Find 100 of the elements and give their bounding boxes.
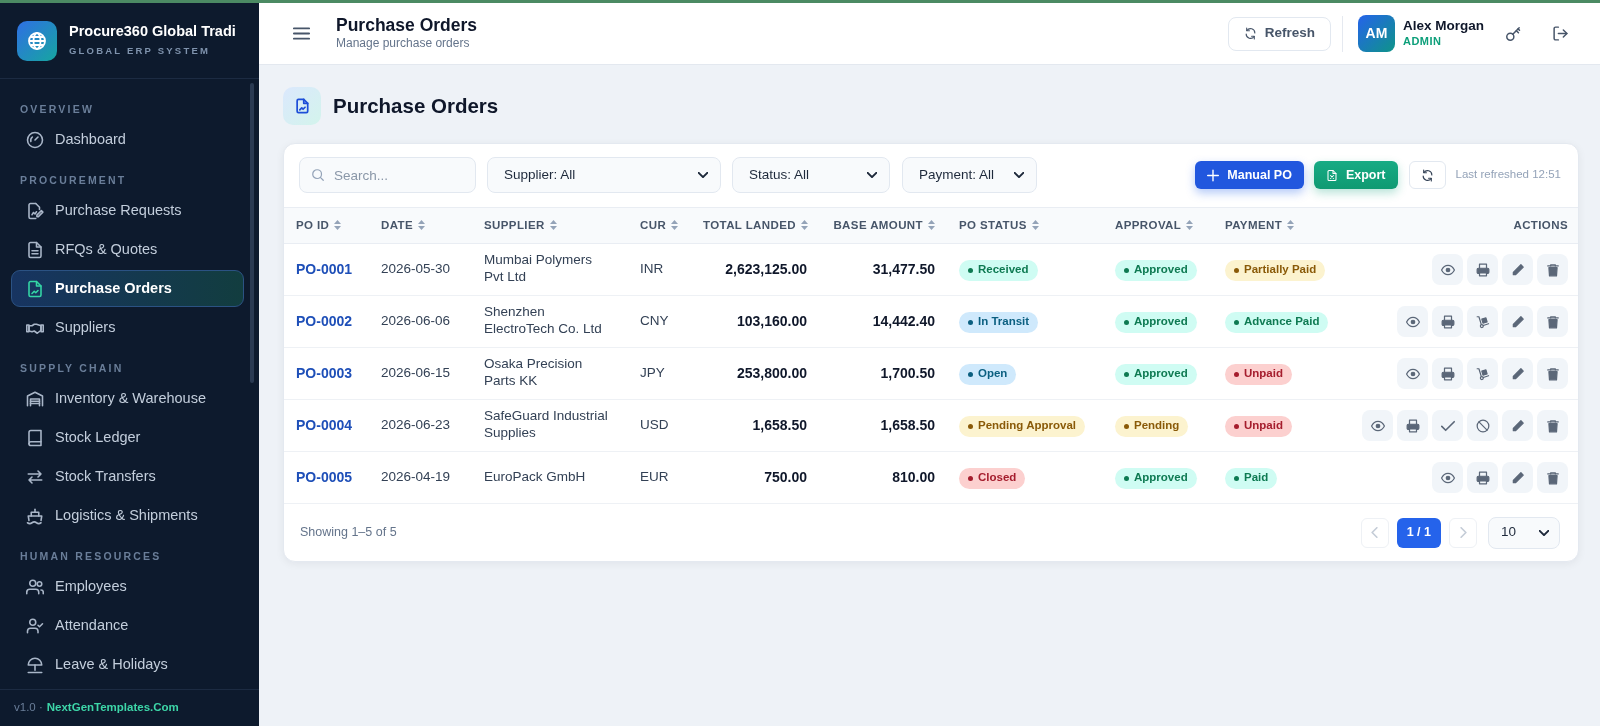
chevron-down-icon (867, 172, 877, 178)
refresh-button[interactable] (1408, 161, 1446, 189)
nav-item[interactable]: Logistics & Shipments (11, 497, 244, 534)
delete-button[interactable] (1537, 306, 1568, 337)
nav-item[interactable]: Purchase Orders (11, 270, 244, 307)
column-header[interactable]: TOTAL LANDED (703, 218, 796, 231)
print-button[interactable] (1467, 462, 1498, 493)
print-button[interactable] (1432, 306, 1463, 337)
date-text: 2026-06-23 (381, 417, 451, 433)
nav-item[interactable]: RFQs & Quotes (11, 231, 244, 268)
date-text: 2026-05-30 (381, 261, 451, 277)
ship-icon (26, 506, 44, 525)
status-text: Received (978, 262, 1029, 278)
supplier-name: SafeGuard Industrial Supplies (484, 408, 609, 442)
search-field[interactable]: Search... (299, 157, 476, 193)
column-header[interactable]: APPROVAL (1115, 218, 1182, 231)
footer-link[interactable]: NextGenTemplates.Com (46, 699, 179, 717)
delete-button[interactable] (1537, 254, 1568, 285)
date-text: 2026-06-06 (381, 313, 451, 329)
pencil-icon (1510, 262, 1525, 277)
gauge-icon (26, 130, 44, 149)
receive-button[interactable] (1467, 358, 1498, 389)
nav-item[interactable]: Suppliers (11, 309, 244, 346)
status-text: Approved (1134, 366, 1188, 382)
printer-icon (1475, 262, 1490, 277)
column-header[interactable]: BASE AMOUNT (833, 218, 923, 231)
chevron-down-icon (1539, 529, 1549, 536)
edit-button[interactable] (1502, 358, 1533, 389)
pencil-icon (1510, 366, 1525, 381)
current-page-button[interactable]: 1 / 1 (1396, 517, 1441, 548)
scrollbar-thumb[interactable] (250, 83, 254, 383)
manual-po-button[interactable]: Manual PO (1195, 161, 1304, 189)
edit-button[interactable] (1502, 306, 1533, 337)
view-button[interactable] (1397, 358, 1428, 389)
currency-code: EUR (640, 469, 669, 485)
po-link[interactable]: PO-0001 (296, 260, 353, 277)
print-button[interactable] (1467, 254, 1498, 285)
print-button[interactable] (1432, 358, 1463, 389)
column-header[interactable]: PAYMENT (1225, 218, 1283, 231)
amount-text: 1,658.50 (880, 416, 935, 433)
nav-item[interactable]: Attendance (11, 607, 244, 644)
pencil-icon (1510, 470, 1525, 485)
receive-button[interactable] (1467, 306, 1498, 337)
delete-button[interactable] (1537, 462, 1568, 493)
search-icon (311, 168, 325, 182)
column-header[interactable]: SUPPLIER (484, 218, 545, 231)
column-header[interactable]: PO STATUS (959, 218, 1027, 231)
po-link[interactable]: PO-0002 (296, 312, 353, 329)
hand-truck-icon (1475, 314, 1490, 329)
view-button[interactable] (1362, 410, 1393, 441)
edit-button[interactable] (1502, 462, 1533, 493)
page-size-select[interactable]: 10 (1488, 516, 1560, 549)
delete-button[interactable] (1537, 410, 1568, 441)
po-link[interactable]: PO-0004 (296, 416, 353, 433)
nav-item[interactable]: Employees (11, 568, 244, 605)
column-header[interactable]: PO ID (296, 218, 330, 231)
filter-dropdown[interactable]: Status: All (732, 157, 890, 193)
status-text: Approved (1134, 314, 1188, 330)
status-text: Closed (978, 470, 1017, 486)
document-icon (283, 87, 321, 125)
amount-text: 253,800.00 (736, 364, 807, 381)
book-icon (26, 428, 44, 447)
column-header[interactable]: DATE (381, 218, 414, 231)
users-icon (26, 577, 44, 596)
nav-item[interactable]: Stock Ledger (11, 419, 244, 456)
nav-item[interactable]: Dashboard (11, 121, 244, 158)
nav-item[interactable]: Purchase Requests (11, 192, 244, 229)
view-button[interactable] (1432, 254, 1463, 285)
section-label: OVERVIEW (20, 102, 94, 116)
reject-button[interactable] (1467, 410, 1498, 441)
view-button[interactable] (1432, 462, 1463, 493)
last-refreshed-text: Last refreshed 12:51 (1455, 167, 1561, 183)
nav-item[interactable]: Inventory & Warehouse (11, 380, 244, 417)
amount-text: 103,160.00 (736, 312, 807, 329)
po-link[interactable]: PO-0003 (296, 364, 353, 381)
check-icon (1440, 418, 1455, 433)
supplier-name: Mumbai Polymers Pvt Ltd (484, 252, 594, 286)
column-header: ACTIONS (1513, 218, 1568, 231)
amount-text: 750.00 (764, 468, 807, 485)
po-link[interactable]: PO-0005 (296, 468, 353, 485)
status-text: Unpaid (1244, 366, 1283, 382)
trash-icon (1545, 314, 1560, 329)
approve-button[interactable] (1432, 410, 1463, 441)
print-button[interactable] (1397, 410, 1428, 441)
nav-item[interactable]: Stock Transfers (11, 458, 244, 495)
umbrella-icon (26, 655, 44, 674)
filter-dropdown[interactable]: Supplier: All (487, 157, 721, 193)
brand-title: Procure360 Global Tradi (69, 23, 236, 41)
trash-icon (1545, 470, 1560, 485)
nav-item[interactable]: Leave & Holidays (11, 646, 244, 683)
currency-code: INR (640, 261, 664, 277)
refresh-button[interactable]: Refresh (1227, 16, 1331, 51)
edit-button[interactable] (1502, 410, 1533, 441)
status-text: Unpaid (1244, 418, 1283, 434)
delete-button[interactable] (1537, 358, 1568, 389)
section-label: HUMAN RESOURCES (20, 549, 162, 563)
edit-button[interactable] (1502, 254, 1533, 285)
view-button[interactable] (1397, 306, 1428, 337)
filter-dropdown[interactable]: Payment: All (902, 157, 1037, 193)
column-header[interactable]: CUR (640, 218, 667, 231)
